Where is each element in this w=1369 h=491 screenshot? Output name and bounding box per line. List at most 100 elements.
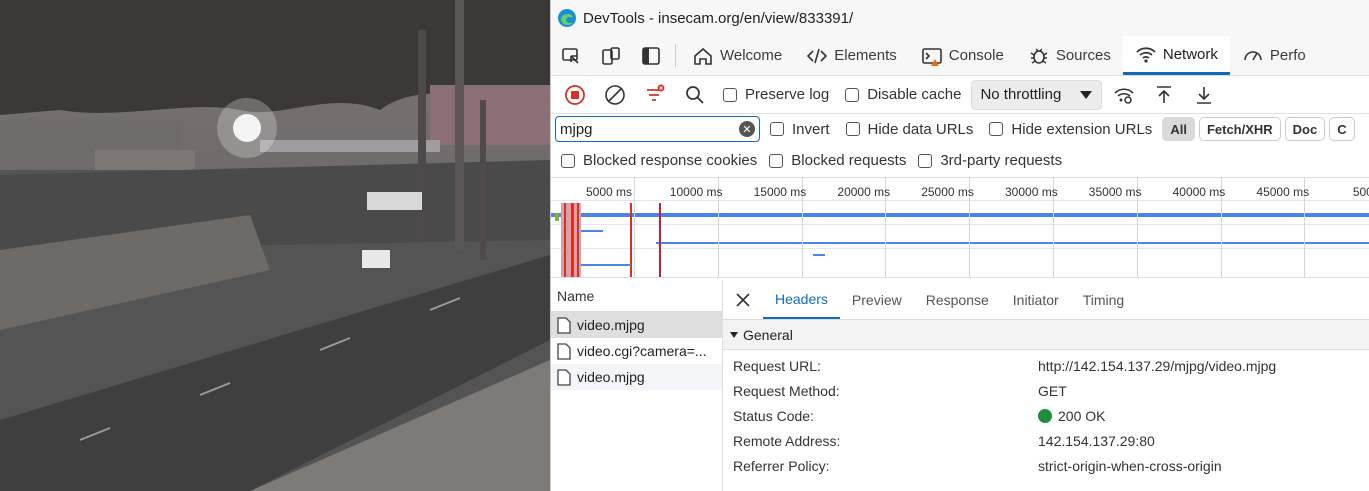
tab-performance[interactable]: Perfo	[1230, 36, 1318, 75]
inspect-element-icon[interactable]	[551, 36, 591, 75]
header-row-referrer-policy: Referrer Policy: strict-origin-when-cros…	[723, 453, 1369, 478]
overview-tick-label: 35000 ms	[1088, 185, 1142, 199]
overview-divider	[551, 248, 1369, 249]
tab-headers[interactable]: Headers	[763, 280, 840, 319]
overview-tick-label: 20000 ms	[837, 185, 891, 199]
tab-welcome[interactable]: Welcome	[680, 36, 794, 75]
checkbox-box[interactable]	[770, 122, 784, 136]
throttling-select[interactable]: No throttling	[971, 79, 1103, 110]
overview-bar	[656, 242, 1369, 244]
overview-tick-label: 25000 ms	[921, 185, 974, 199]
type-filter-css[interactable]: C	[1329, 117, 1355, 141]
tab-label: Network	[1162, 45, 1218, 63]
blocked-requests-checkbox[interactable]: Blocked requests	[769, 152, 906, 169]
preserve-log-label: Preserve log	[745, 86, 830, 103]
blocked-cookies-checkbox[interactable]: Blocked response cookies	[561, 152, 757, 169]
home-icon	[694, 47, 712, 65]
type-filter-all[interactable]: All	[1162, 117, 1195, 141]
checkbox-box[interactable]	[989, 122, 1004, 136]
export-har-button[interactable]	[1186, 80, 1222, 110]
tab-label: Elements	[834, 47, 897, 64]
tab-response[interactable]: Response	[914, 280, 1001, 319]
tab-preview[interactable]: Preview	[840, 280, 914, 319]
checkbox-box[interactable]	[723, 87, 737, 102]
name-column-header[interactable]: Name	[551, 280, 722, 312]
filter-bar: mjpg ✕ Invert Hide data URLs Hide extens…	[551, 114, 1369, 144]
close-detail-button[interactable]	[723, 280, 763, 319]
section-title: General	[743, 326, 793, 343]
tab-network[interactable]: Network	[1122, 36, 1230, 75]
header-row-remote-address: Remote Address: 142.154.137.29:80	[723, 428, 1369, 453]
disable-cache-label: Disable cache	[867, 86, 962, 103]
import-har-button[interactable]	[1146, 80, 1182, 110]
filter-input[interactable]: mjpg ✕	[555, 116, 760, 142]
tab-label: Perfo	[1269, 47, 1306, 64]
file-icon	[557, 342, 571, 360]
overview-bar	[581, 230, 603, 232]
network-conditions-button[interactable]	[1106, 80, 1142, 110]
filter-icon	[647, 84, 665, 101]
invert-checkbox[interactable]: Invert	[770, 121, 830, 138]
request-row[interactable]: video.cgi?camera=...	[551, 338, 722, 364]
checkbox-box[interactable]	[918, 153, 933, 168]
checkbox-box[interactable]	[845, 87, 860, 102]
overview-marker	[577, 203, 579, 277]
tab-elements[interactable]: Elements	[794, 36, 909, 75]
overview-tick-label: 5000 ms	[586, 185, 633, 199]
checkbox-box[interactable]	[561, 153, 575, 168]
device-emulation-icon[interactable]	[591, 36, 631, 75]
tab-timing[interactable]: Timing	[1071, 280, 1137, 319]
hide-data-urls-checkbox[interactable]: Hide data URLs	[845, 121, 973, 138]
tab-sources[interactable]: Sources	[1016, 36, 1123, 75]
tab-label: Welcome	[720, 47, 783, 64]
edge-logo-icon	[558, 9, 576, 27]
overview-marker	[555, 213, 559, 221]
network-toolbar: Preserve log Disable cache No throttling	[551, 76, 1369, 114]
clear-filter-icon[interactable]: ✕	[739, 121, 755, 137]
header-value: http://142.154.137.29/mjpg/video.mjpg	[1038, 357, 1277, 374]
overview-bar	[551, 213, 1369, 217]
network-overview-timeline[interactable]: 5000 ms 10000 ms 15000 ms 20000 ms 25000 ms 3…	[551, 178, 1369, 278]
disable-cache-checkbox[interactable]: Disable cache	[845, 86, 961, 103]
file-icon	[557, 316, 571, 334]
checkbox-box[interactable]	[769, 153, 784, 168]
type-filter-fetch-xhr[interactable]: Fetch/XHR	[1198, 117, 1281, 141]
header-value: 142.154.137.29:80	[1038, 432, 1155, 449]
hide-extension-urls-checkbox[interactable]: Hide extension URLs	[989, 121, 1152, 138]
overview-tick-label: 45000 ms	[1256, 185, 1310, 199]
filter-button[interactable]	[637, 80, 673, 110]
clear-button[interactable]	[597, 80, 633, 110]
overview-tick-label: 10000 ms	[669, 185, 723, 199]
network-lower-pane: Name video.mjpg video.cgi?camera=... vid…	[551, 280, 1369, 491]
third-party-checkbox[interactable]: 3rd-party requests	[918, 152, 1062, 169]
wifi-icon	[1136, 47, 1156, 63]
header-row-status-code: Status Code: 200 OK	[723, 403, 1369, 428]
tab-initiator[interactable]: Initiator	[1001, 280, 1071, 319]
dock-side-icon[interactable]	[631, 36, 671, 75]
overview-bar	[813, 254, 825, 256]
overview-divider	[551, 224, 1369, 225]
checkbox-box[interactable]	[845, 122, 860, 136]
general-section-header[interactable]: General	[723, 320, 1369, 350]
tab-label: Console	[948, 47, 1004, 64]
clear-icon	[605, 84, 625, 105]
overview-tick-label: 15000 ms	[753, 185, 807, 199]
preserve-log-checkbox[interactable]: Preserve log	[723, 86, 829, 103]
close-icon	[736, 292, 750, 307]
divider	[675, 44, 676, 67]
devtools-window: DevTools - insecam.org/en/view/833391/ W…	[550, 0, 1369, 491]
tab-console[interactable]: Console	[909, 36, 1016, 75]
request-row[interactable]: video.mjpg	[551, 312, 722, 338]
overview-bar	[581, 264, 631, 266]
header-value: strict-origin-when-cross-origin	[1038, 457, 1222, 474]
header-row-request-method: Request Method: GET	[723, 378, 1369, 403]
file-icon	[557, 368, 571, 386]
request-row[interactable]: video.mjpg	[551, 364, 722, 390]
header-row-request-url: Request URL: http://142.154.137.29/mjpg/…	[723, 353, 1369, 378]
wifi-settings-icon	[1114, 87, 1134, 104]
header-value: GET	[1038, 382, 1067, 399]
request-list: Name video.mjpg video.cgi?camera=... vid…	[551, 280, 723, 491]
record-button[interactable]	[557, 80, 593, 110]
type-filter-doc[interactable]: Doc	[1284, 117, 1326, 141]
search-button[interactable]	[677, 80, 713, 110]
